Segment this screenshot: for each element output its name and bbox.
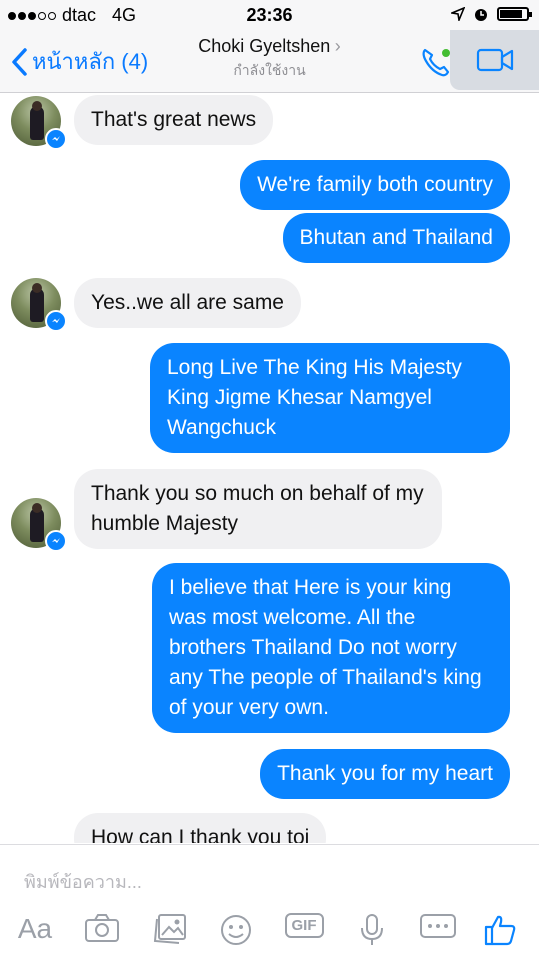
message-bubble[interactable]: Thank you so much on behalf of my humble… bbox=[74, 469, 442, 549]
like-button[interactable] bbox=[480, 913, 520, 947]
emoji-icon bbox=[221, 915, 251, 945]
contact-name: Choki Gyeltshen bbox=[198, 36, 331, 56]
composer-toolbar: Aa GIF bbox=[0, 909, 539, 953]
call-button[interactable] bbox=[418, 44, 454, 80]
video-call-area bbox=[450, 30, 539, 90]
status-right bbox=[451, 6, 532, 22]
microphone-icon bbox=[361, 914, 383, 945]
location-arrow-icon bbox=[451, 7, 465, 21]
gif-icon: GIF bbox=[284, 913, 324, 938]
thumbs-up-icon bbox=[484, 915, 516, 946]
phone-icon bbox=[422, 48, 450, 77]
camera-icon bbox=[85, 914, 119, 942]
microphone-button[interactable] bbox=[352, 913, 392, 947]
status-bar: dtac 4G 23:36 bbox=[0, 0, 539, 30]
message-input[interactable]: พิมพ์ข้อความ... bbox=[24, 867, 142, 896]
message-bubble[interactable]: Yes..we all are same bbox=[74, 278, 301, 328]
message-bubble[interactable]: Bhutan and Thailand bbox=[282, 213, 510, 263]
video-call-button[interactable] bbox=[476, 47, 514, 78]
video-camera-icon bbox=[476, 48, 514, 72]
more-button[interactable] bbox=[418, 913, 458, 939]
messenger-badge-icon bbox=[45, 530, 67, 552]
message-bubble[interactable]: We're family both country bbox=[240, 160, 510, 210]
conversation-header: หน้าหลัก (4) Choki Gyeltshen › กำลังใช้ง… bbox=[0, 30, 539, 93]
gallery-button[interactable] bbox=[150, 913, 190, 945]
message-thread[interactable]: That's great news We're family both coun… bbox=[0, 93, 539, 843]
messenger-badge-icon bbox=[45, 128, 67, 150]
message-bubble[interactable]: Long Live The King His Majesty King Jigm… bbox=[150, 343, 510, 453]
chevron-right-icon: › bbox=[334, 36, 341, 56]
camera-button[interactable] bbox=[82, 913, 122, 943]
more-icon bbox=[420, 914, 456, 938]
composer: พิมพ์ข้อความ... Aa GIF bbox=[0, 844, 539, 961]
gallery-icon bbox=[153, 914, 186, 944]
message-bubble[interactable]: That's great news bbox=[74, 95, 274, 145]
message-bubble[interactable]: How can I thank you toi bbox=[74, 813, 327, 843]
message-bubble[interactable]: Thank you for my heart bbox=[260, 749, 510, 799]
alarm-icon bbox=[475, 9, 487, 21]
messenger-badge-icon bbox=[45, 310, 67, 332]
gif-button[interactable]: GIF bbox=[284, 913, 324, 938]
emoji-button[interactable] bbox=[216, 913, 256, 947]
message-bubble[interactable]: I believe that Here is your king was mos… bbox=[152, 563, 510, 733]
battery-icon bbox=[497, 7, 532, 21]
text-format-button[interactable]: Aa bbox=[14, 913, 56, 945]
